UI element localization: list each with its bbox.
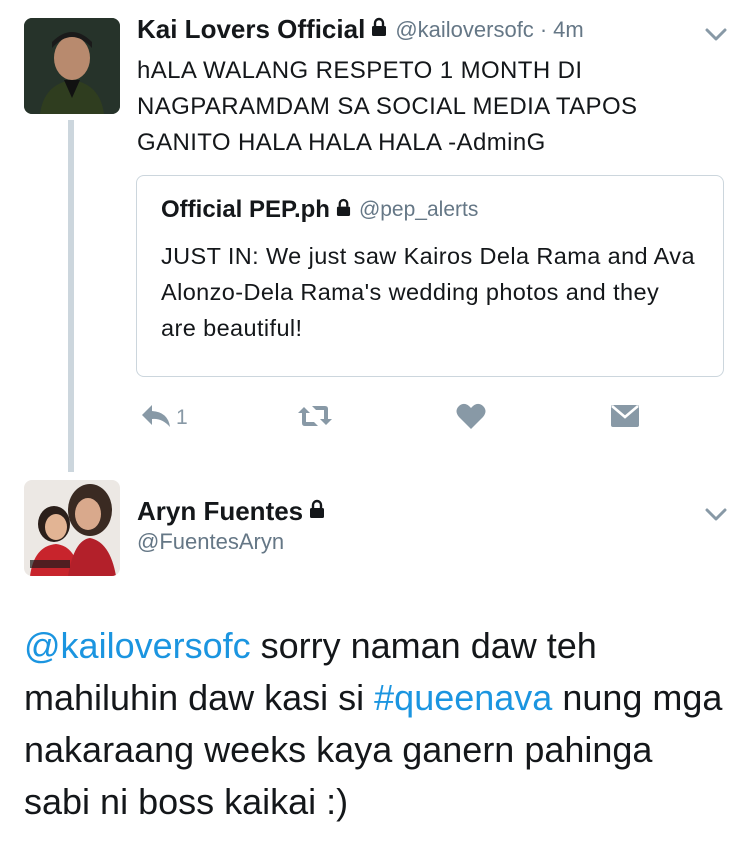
hashtag-link[interactable]: #queenava <box>374 677 552 718</box>
chevron-down-icon[interactable] <box>705 28 727 42</box>
like-button[interactable] <box>456 402 486 434</box>
heart-icon <box>456 402 486 435</box>
quoted-tweet-header: Official PEP.ph @pep_alerts <box>161 196 478 224</box>
avatar[interactable] <box>24 18 120 114</box>
mention-link[interactable]: @kailoversofc <box>24 625 251 666</box>
chevron-down-icon[interactable] <box>705 508 727 522</box>
handle[interactable]: @FuentesAryn <box>137 529 284 555</box>
tweet-header: Aryn Fuentes <box>137 496 333 527</box>
direct-message-button[interactable] <box>610 402 640 434</box>
retweet-icon <box>296 403 334 434</box>
tweet-header: Kai Lovers Official @kailoversofc · 4m <box>137 14 584 45</box>
quoted-handle: @pep_alerts <box>358 198 479 221</box>
quoted-display-name: Official PEP.ph <box>161 196 330 223</box>
lock-icon <box>371 17 387 42</box>
lock-icon <box>336 198 351 222</box>
tweet-text: hALA WALANG RESPETO 1 MONTH DI NAGPARAMD… <box>137 57 638 156</box>
tweet-text: @kailoversofc sorry naman daw teh mahilu… <box>24 620 724 828</box>
reply-button[interactable]: 1 <box>140 402 188 434</box>
avatar[interactable] <box>24 480 120 576</box>
reply-icon <box>140 403 172 434</box>
display-name[interactable]: Aryn Fuentes <box>137 496 303 527</box>
direct-message-icon <box>610 403 640 434</box>
retweet-button[interactable] <box>296 402 334 434</box>
quoted-tweet-text: JUST IN: We just saw Kairos Dela Rama an… <box>161 243 695 341</box>
handle[interactable]: @kailoversofc <box>395 17 534 43</box>
reply-count: 1 <box>176 406 188 429</box>
timestamp[interactable]: 4m <box>553 17 584 43</box>
display-name[interactable]: Kai Lovers Official <box>137 14 365 45</box>
thread-line <box>68 120 74 472</box>
separator: · <box>539 16 548 42</box>
lock-icon <box>309 499 325 524</box>
quoted-tweet[interactable]: Official PEP.ph @pep_alerts JUST IN: We … <box>136 175 724 377</box>
